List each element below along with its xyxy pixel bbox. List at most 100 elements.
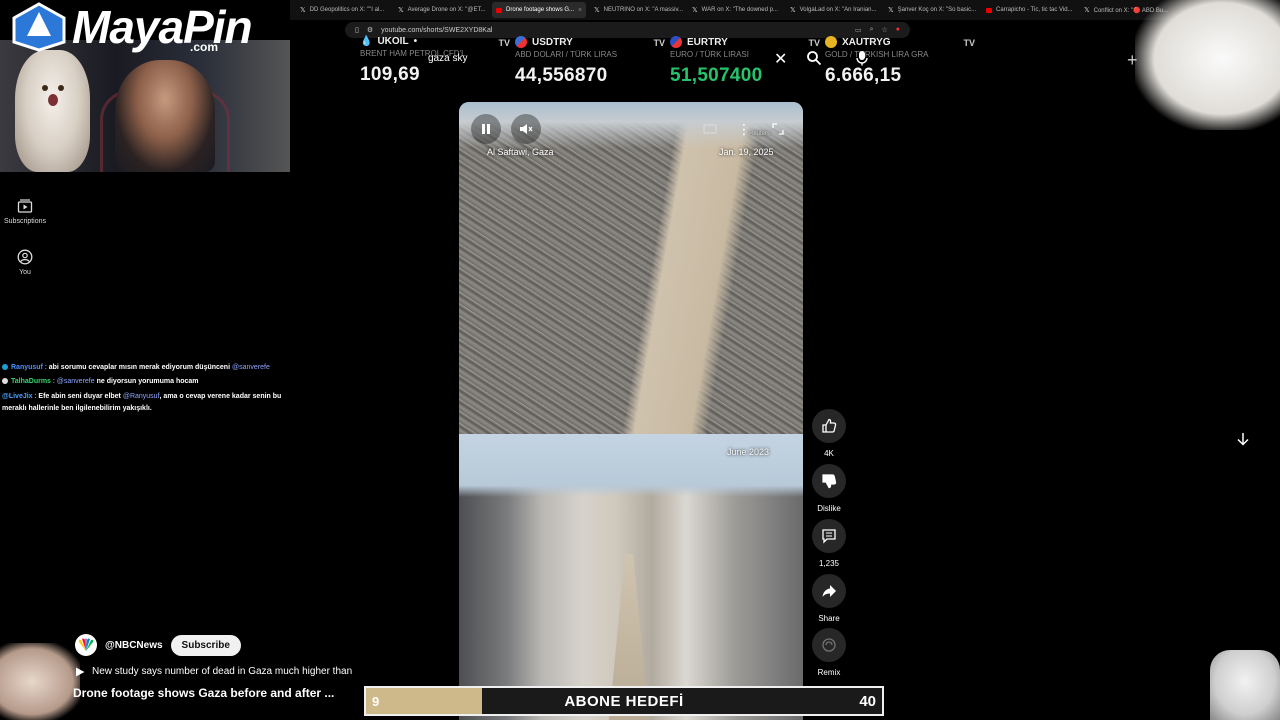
chat-message: @LiveJix : Efe abin seni duyar elbet @Ra… [2, 391, 300, 415]
cat-image [15, 50, 90, 172]
share-button[interactable]: Share [812, 574, 846, 623]
star-icon[interactable]: ☆ [881, 26, 887, 34]
ticker-symbol: XAUTRYG [842, 36, 891, 48]
chat-username: TalhaDurms [11, 378, 51, 385]
search-query-text[interactable]: gaza sky [428, 53, 467, 64]
zoom-icon[interactable]: ⌕ [870, 26, 874, 34]
ticker-description: ABD DOLARI / TÜRK LIRAS [515, 50, 618, 59]
browser-tab-label: Carrapicho - Tic, tic tac Vid... [996, 7, 1073, 13]
thumbs-up-icon [822, 418, 837, 433]
remix-button[interactable]: Remix [812, 628, 846, 677]
browser-tab[interactable]: 𝕏 DD Geopolitics on X: ""I al... [296, 2, 390, 18]
browser-tab-label: WAR on X: "The downed p... [701, 7, 778, 13]
captions-button[interactable] [695, 114, 725, 144]
goal-label: ABONE HEDEFİ [564, 693, 684, 710]
related-video-title: New study says number of dead in Gaza mu… [92, 666, 353, 677]
dislike-label: Dislike [817, 504, 841, 513]
browser-tab[interactable]: 𝕏 WAR on X: "The downed p... [688, 2, 782, 18]
x-icon: 𝕏 [398, 7, 404, 14]
cast-icon[interactable]: ▭ [855, 26, 862, 34]
more-options-button[interactable]: ⋮ [729, 114, 759, 144]
browser-tab[interactable]: 𝕏 Average Drone on X: "@ET... [394, 2, 488, 18]
browser-tab-bar: 𝕏 DD Geopolitics on X: ""I al... 𝕏 Average … [290, 0, 1280, 20]
eu-flag-icon [670, 36, 682, 48]
browser-tab[interactable]: Drone footage shows G... × [492, 2, 586, 18]
tradingview-icon: TV [808, 38, 820, 48]
sidebar-item-you[interactable]: You [0, 249, 50, 276]
bookmark-icon[interactable]: ▯ [355, 26, 359, 34]
ticker-symbol: EURTRY [687, 36, 728, 48]
thumbs-down-icon [822, 474, 837, 489]
ticker-price: 6.666,15 [825, 65, 902, 86]
like-button[interactable]: 4K [812, 409, 846, 458]
sidebar-item-label: You [19, 269, 31, 276]
youtube-icon [496, 7, 502, 13]
chat-badge-icon [2, 378, 8, 385]
comment-icon [822, 529, 836, 544]
next-video-button[interactable] [1226, 422, 1260, 456]
nbc-peacock-icon [78, 638, 94, 651]
subscribe-button[interactable]: Subscribe [170, 634, 241, 656]
channel-avatar[interactable] [75, 634, 97, 656]
shorts-video-player[interactable]: Al Saftawi, Gaza ⋮ Jan. 19, 2025 Reuters… [459, 102, 803, 720]
webcam-feed [0, 40, 290, 172]
cat-face-icon [42, 85, 64, 106]
x-icon: 𝕏 [790, 7, 796, 14]
video-date-caption: Jan. 19, 2025 [719, 147, 774, 157]
tradingview-icon: TV [498, 38, 510, 48]
status-dot-icon: • [413, 36, 418, 47]
chat-text: abi sorumu cevaplar mısın merak ediyorum… [48, 364, 231, 371]
sidebar-item-label: Subscriptions [3, 218, 47, 225]
logo-text: MayaPin [72, 1, 253, 53]
close-tab-icon[interactable]: × [578, 7, 582, 14]
remix-button-circle [812, 628, 846, 662]
url-text[interactable]: youtube.com/shorts/SWE2XYD8Kal [381, 27, 492, 34]
browser-tab[interactable]: 𝕏 VolgaLad on X: "An Iranian... [786, 2, 880, 18]
ticker-price: 109,69 [360, 64, 420, 85]
chat-message: Ranyusuf : abi sorumu cevaplar mısın mer… [2, 361, 300, 375]
site-info-icon[interactable]: ⚙ [367, 26, 373, 34]
chat-text: ne diyorsun yorumuma hocam [96, 378, 199, 385]
us-flag-icon [515, 36, 527, 48]
like-button-circle [812, 409, 846, 443]
browser-tab[interactable]: 𝕏 Şanver Koç on X: "So basic... [884, 2, 978, 18]
close-search-icon[interactable]: ✕ [774, 49, 787, 69]
channel-name[interactable]: @NBCNews [105, 640, 163, 651]
share-label: Share [818, 614, 840, 623]
chat-mention: @sanverefe [232, 364, 270, 371]
browser-tab-label: Average Drone on X: "@ET... [407, 7, 486, 13]
browser-tab[interactable]: Carrapicho - Tic, tic tac Vid... [982, 2, 1076, 18]
pause-button[interactable] [471, 114, 501, 144]
sidebar-item-subscriptions[interactable]: Subscriptions [0, 198, 50, 225]
account-icon [17, 249, 33, 265]
comments-button[interactable]: 1,235 [812, 519, 846, 568]
browser-tab[interactable]: 𝕏 NEUTRINO on X: "A massiv... [590, 2, 684, 18]
search-icon[interactable] [806, 50, 822, 66]
volume-muted-icon [520, 124, 533, 134]
browser-tab-label: Drone footage shows G... [506, 7, 575, 13]
fullscreen-button[interactable] [763, 114, 793, 144]
dislike-button[interactable]: Dislike [812, 464, 846, 513]
share-button-circle [812, 574, 846, 608]
share-icon [822, 585, 836, 597]
x-icon: 𝕏 [1084, 7, 1090, 14]
arrow-down-icon [1237, 433, 1249, 446]
gold-icon [825, 36, 837, 48]
subscriber-goal-bar: 9 ABONE HEDEFİ 40 [364, 686, 884, 716]
subscriptions-icon [17, 199, 33, 213]
captions-icon [703, 124, 717, 134]
microphone-icon[interactable] [855, 50, 869, 66]
cat-overlay-image [1135, 0, 1280, 130]
chat-message: TalhaDurms : @sanverefe ne diyorsun yoru… [2, 375, 300, 389]
chat-username: @LiveJix [2, 393, 33, 400]
mute-button[interactable] [511, 114, 541, 144]
tradingview-icon: TV [653, 38, 665, 48]
x-icon: 𝕏 [692, 7, 698, 14]
ticker-usdtry: USDTRY ABD DOLARI / TÜRK LIRAS 44,556870… [515, 36, 665, 87]
comments-button-circle [812, 519, 846, 553]
video-title: Drone footage shows Gaza before and afte… [73, 686, 335, 700]
pause-icon [482, 124, 490, 134]
related-video-link[interactable]: New study says number of dead in Gaza mu… [75, 666, 352, 677]
extension-icon[interactable]: ● [896, 26, 900, 34]
droplet-icon: 💧 [360, 36, 373, 47]
